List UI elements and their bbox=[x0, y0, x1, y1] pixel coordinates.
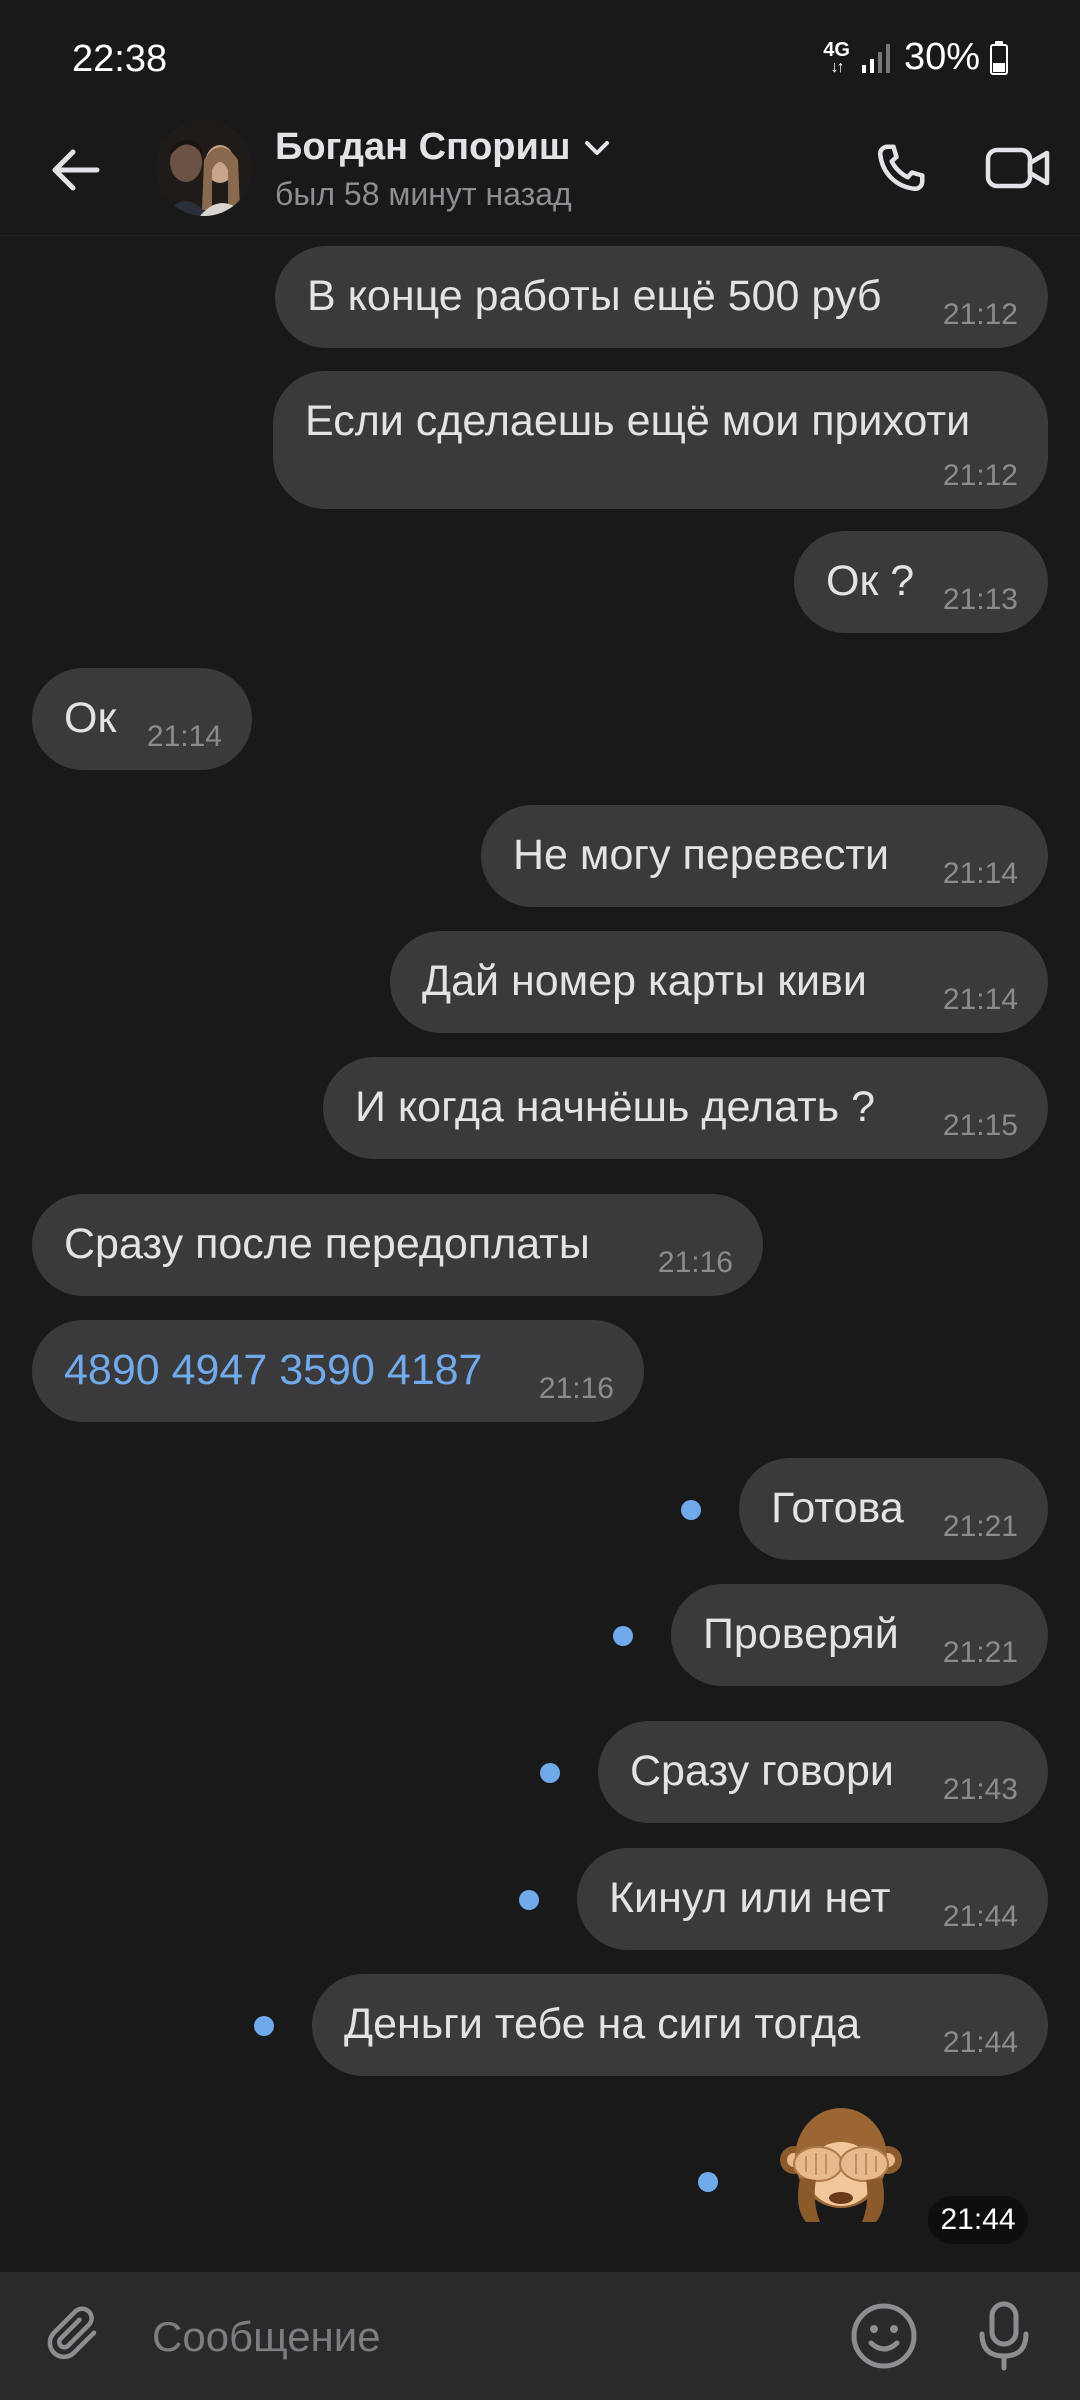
status-time: 22:38 bbox=[72, 38, 168, 80]
contact-last-seen: был 58 минут назад bbox=[275, 176, 572, 212]
avatar-photo bbox=[156, 120, 252, 216]
phone-icon bbox=[877, 144, 925, 192]
unread-indicator bbox=[519, 1890, 539, 1910]
smiley-icon bbox=[851, 2303, 917, 2369]
unread-indicator bbox=[254, 2016, 274, 2036]
message-text: Кинул или нет bbox=[609, 1874, 891, 1922]
message-bubble-outgoing[interactable]: Деньги тебе на сиги тогда 21:44 bbox=[312, 1974, 1048, 2076]
message-time: 21:43 bbox=[942, 1773, 1018, 1806]
message-text: Сразу говори bbox=[630, 1747, 894, 1795]
video-call-button[interactable] bbox=[978, 128, 1058, 208]
battery-percentage: 30% bbox=[903, 36, 980, 78]
network-type-label: 4G bbox=[823, 38, 850, 61]
contact-name-row[interactable]: Богдан Спориш bbox=[275, 126, 611, 169]
message-bubble-outgoing[interactable]: Дай номер карты киви 21:14 bbox=[390, 931, 1048, 1033]
paperclip-icon bbox=[47, 2306, 97, 2360]
message-time: 21:16 bbox=[657, 1246, 733, 1279]
message-text: Дай номер карты киви bbox=[422, 957, 867, 1005]
status-bar: 22:38 4G ↓↑ 30% bbox=[0, 0, 1080, 110]
message-bubble-outgoing[interactable]: Не могу перевести 21:14 bbox=[481, 805, 1048, 907]
call-button[interactable] bbox=[864, 128, 938, 208]
message-time: 21:16 bbox=[538, 1372, 614, 1405]
card-number-link[interactable]: 4890 4947 3590 4187 bbox=[64, 1346, 482, 1395]
data-arrows-icon: ↓↑ bbox=[830, 58, 845, 76]
status-indicators: 4G ↓↑ 30% bbox=[823, 36, 1008, 79]
message-text: Деньги тебе на сиги тогда bbox=[344, 2000, 861, 2048]
contact-name: Богдан Спориш bbox=[275, 126, 571, 168]
back-button[interactable] bbox=[40, 130, 110, 210]
unread-indicator bbox=[540, 1763, 560, 1783]
message-bubble-outgoing[interactable]: Ок ? 21:13 bbox=[794, 531, 1048, 633]
message-time: 21:14 bbox=[146, 720, 222, 753]
message-composer bbox=[0, 2272, 1080, 2400]
message-time: 21:15 bbox=[942, 1109, 1018, 1142]
video-camera-icon bbox=[985, 147, 1050, 189]
message-text: И когда начнёшь делать ? bbox=[355, 1083, 875, 1131]
signal-icon bbox=[861, 43, 890, 73]
message-time: 21:44 bbox=[942, 2026, 1018, 2059]
message-time: 21:12 bbox=[942, 459, 1018, 492]
message-time: 21:21 bbox=[942, 1636, 1018, 1669]
message-time: 21:14 bbox=[942, 983, 1018, 1016]
microphone-icon bbox=[979, 2301, 1029, 2371]
message-text: Ок ? bbox=[826, 557, 915, 605]
see-no-evil-monkey-sticker[interactable] bbox=[776, 2098, 906, 2228]
message-text: Проверяй bbox=[703, 1610, 899, 1658]
message-text: В конце работы ещё 500 руб bbox=[307, 272, 882, 320]
message-bubble-outgoing[interactable]: Готова 21:21 bbox=[739, 1458, 1048, 1560]
attach-button[interactable] bbox=[38, 2298, 110, 2370]
back-arrow-icon bbox=[52, 149, 100, 191]
avatar[interactable] bbox=[156, 120, 252, 216]
voice-message-button[interactable] bbox=[966, 2296, 1042, 2376]
message-input[interactable] bbox=[150, 2296, 814, 2378]
message-text: Ок bbox=[64, 694, 117, 742]
unread-indicator bbox=[613, 1626, 633, 1646]
message-time: 21:12 bbox=[942, 298, 1018, 331]
message-time: 21:14 bbox=[942, 857, 1018, 890]
message-time: 21:21 bbox=[942, 1510, 1018, 1543]
message-text: Сразу после передоплаты bbox=[64, 1220, 590, 1268]
network-type-icon: 4G ↓↑ bbox=[823, 40, 850, 76]
chat-header: Богдан Спориш был 58 минут назад bbox=[0, 110, 1080, 236]
emoji-button[interactable] bbox=[846, 2298, 922, 2374]
message-bubble-incoming[interactable]: 4890 4947 3590 4187 21:16 bbox=[32, 1320, 644, 1422]
message-bubble-incoming[interactable]: Сразу после передоплаты 21:16 bbox=[32, 1194, 763, 1296]
unread-indicator bbox=[698, 2172, 718, 2192]
message-text: Если сделаешь ещё мои прихоти bbox=[305, 397, 971, 445]
message-bubble-outgoing[interactable]: Кинул или нет 21:44 bbox=[577, 1848, 1048, 1950]
battery-icon bbox=[990, 40, 1008, 75]
message-bubble-outgoing[interactable]: Проверяй 21:21 bbox=[671, 1584, 1048, 1686]
message-bubble-outgoing[interactable]: В конце работы ещё 500 руб 21:12 bbox=[275, 246, 1048, 348]
message-bubble-outgoing[interactable]: И когда начнёшь делать ? 21:15 bbox=[323, 1057, 1048, 1159]
message-text: Готова bbox=[771, 1484, 904, 1532]
message-bubble-incoming[interactable]: Ок 21:14 bbox=[32, 668, 252, 770]
message-text: Не могу перевести bbox=[513, 831, 890, 879]
sticker-time: 21:44 bbox=[928, 2196, 1028, 2244]
see-no-evil-monkey-icon bbox=[780, 2108, 902, 2222]
message-time: 21:44 bbox=[942, 1900, 1018, 1933]
unread-indicator bbox=[681, 1500, 701, 1520]
message-bubble-outgoing[interactable]: Если сделаешь ещё мои прихоти 21:12 bbox=[273, 371, 1048, 509]
chevron-down-icon bbox=[584, 140, 609, 155]
message-time: 21:13 bbox=[942, 583, 1018, 616]
message-bubble-outgoing[interactable]: Сразу говори 21:43 bbox=[598, 1721, 1048, 1823]
